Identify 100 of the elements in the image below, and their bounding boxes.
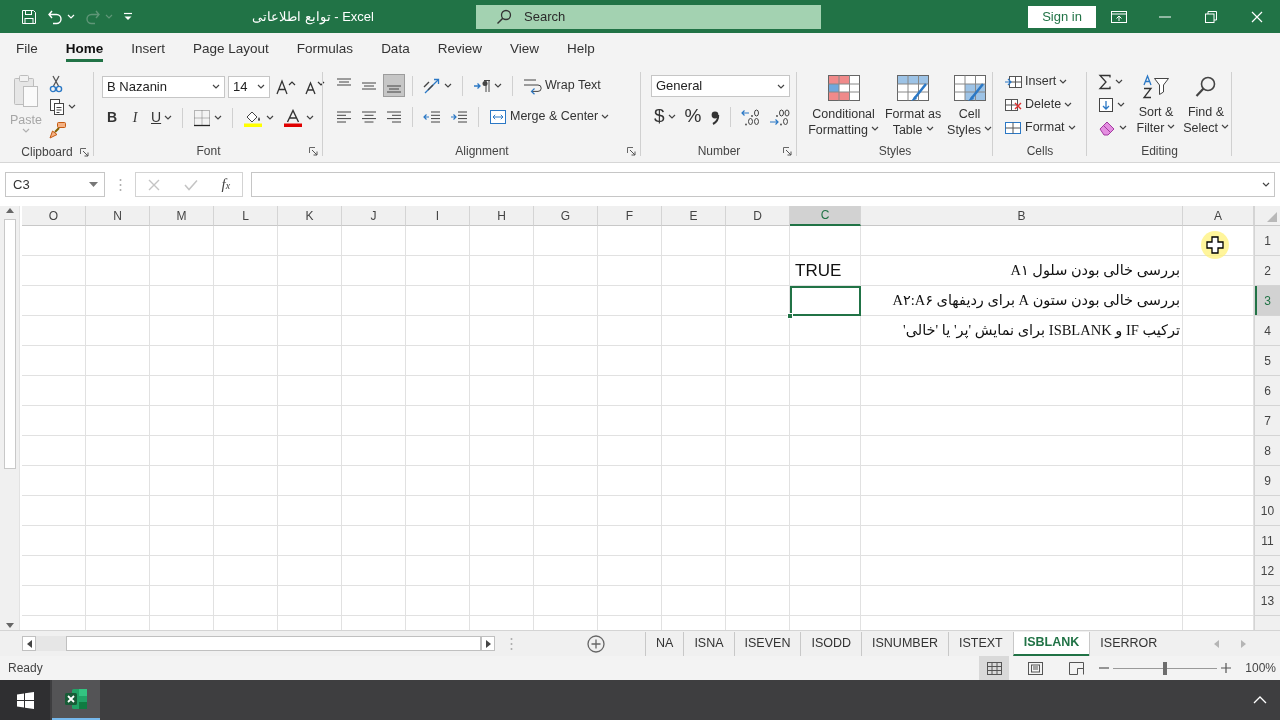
- search-field[interactable]: Search: [476, 4, 821, 29]
- sheet-tab[interactable]: ISODD: [800, 631, 861, 656]
- format-as-table-button[interactable]: Format as Table: [884, 72, 943, 140]
- column-header[interactable]: E: [662, 206, 726, 226]
- sheet-tab[interactable]: ISERROR: [1089, 631, 1168, 656]
- sheet-cell-text: بررسی خالی بودن ستون A برای ردیفهای A۲:A۶: [891, 291, 1181, 311]
- ribbon-tab[interactable]: Page Layout: [179, 33, 283, 66]
- normal-view-button[interactable]: [979, 656, 1010, 680]
- column-header[interactable]: J: [342, 206, 406, 226]
- ribbon-tab[interactable]: Data: [367, 33, 424, 66]
- row-header[interactable]: 9: [1255, 466, 1280, 496]
- merge-center-button[interactable]: Merge & Center: [486, 105, 613, 128]
- row-header[interactable]: 3: [1255, 286, 1280, 316]
- page-break-icon: [1067, 660, 1085, 676]
- start-button[interactable]: [0, 680, 50, 720]
- wrap-text-button[interactable]: Wrap Text: [520, 74, 604, 97]
- zoom-level-text[interactable]: 100%: [1235, 659, 1280, 677]
- row-header[interactable]: 6: [1255, 376, 1280, 406]
- column-header[interactable]: H: [470, 206, 534, 226]
- dialog-launcher-icon[interactable]: [783, 147, 792, 156]
- column-header[interactable]: G: [534, 206, 598, 226]
- row-header[interactable]: 10: [1255, 496, 1280, 526]
- italic-button[interactable]: I: [125, 106, 145, 129]
- dialog-launcher-icon[interactable]: [627, 147, 636, 156]
- scroll-up-button[interactable]: [5, 208, 14, 213]
- conditional-formatting-button[interactable]: Conditional Formatting: [807, 72, 881, 140]
- group-label: Alignment: [455, 143, 509, 160]
- sheet-tab[interactable]: ISBLANK: [1012, 631, 1090, 656]
- name-box[interactable]: C3: [5, 172, 105, 197]
- zoom-in-button[interactable]: [1221, 663, 1232, 673]
- dialog-launcher-icon[interactable]: [80, 148, 89, 157]
- slider-thumb[interactable]: [1163, 661, 1168, 675]
- sheet-tab[interactable]: ISEVEN: [733, 631, 801, 656]
- font-size-field[interactable]: 14: [228, 75, 270, 98]
- cell-styles-button[interactable]: Cell Styles: [946, 72, 993, 140]
- column-header[interactable]: C: [790, 206, 861, 226]
- splitter-dots-icon[interactable]: [118, 177, 122, 192]
- column-header[interactable]: M: [150, 206, 214, 226]
- sheet-tab[interactable]: ISTEXT: [948, 631, 1013, 656]
- group-label: Editing: [1141, 143, 1178, 160]
- sheet-tab[interactable]: ISNUMBER: [861, 631, 948, 656]
- dialog-launcher-icon[interactable]: [309, 147, 318, 156]
- formula-field[interactable]: [251, 172, 1275, 197]
- find-select-button[interactable]: Find & Select: [1180, 72, 1232, 140]
- row-header[interactable]: 11: [1255, 526, 1280, 556]
- underline-button[interactable]: U: [148, 106, 176, 129]
- new-sheet-button[interactable]: [587, 634, 605, 653]
- caret-icon: [1067, 125, 1076, 130]
- caret-icon: [306, 115, 315, 120]
- row-header[interactable]: 7: [1255, 406, 1280, 436]
- sign-in-button[interactable]: Sign in: [1028, 5, 1096, 28]
- column-header[interactable]: N: [86, 206, 150, 226]
- insert-cells-button[interactable]: Insert: [1001, 70, 1087, 93]
- number-format-field[interactable]: General: [651, 75, 790, 97]
- column-header[interactable]: B: [861, 206, 1183, 226]
- ribbon-tab[interactable]: Review: [423, 33, 496, 66]
- scroll-down-button[interactable]: [5, 623, 14, 628]
- column-header[interactable]: A: [1183, 206, 1254, 226]
- sheet-tab[interactable]: ISNA: [683, 631, 734, 656]
- selected-cell[interactable]: [790, 286, 861, 316]
- az-funnel-icon: [1142, 74, 1170, 100]
- format-cells-button[interactable]: Format: [1001, 116, 1087, 139]
- ribbon-tab[interactable]: Help: [552, 33, 609, 66]
- ribbon-tab[interactable]: Formulas: [282, 33, 368, 66]
- row-header[interactable]: 5: [1255, 346, 1280, 376]
- ribbon-tab[interactable]: Insert: [117, 33, 180, 66]
- row-header[interactable]: 13: [1255, 586, 1280, 616]
- row-header[interactable]: 1: [1255, 226, 1280, 256]
- caret-icon: [164, 115, 173, 120]
- sheet-tab[interactable]: NA: [645, 631, 684, 656]
- window-title: توابع اطلاعاتی - Excel: [251, 7, 375, 27]
- font-name-field[interactable]: B Nazanin: [102, 75, 225, 98]
- row-header[interactable]: 8: [1255, 436, 1280, 466]
- ribbon-tab[interactable]: View: [495, 33, 553, 66]
- column-header[interactable]: D: [726, 206, 790, 226]
- delete-cells-button[interactable]: Delete: [1001, 93, 1087, 116]
- ribbon-tab[interactable]: Home: [51, 33, 118, 66]
- ribbon-tab[interactable]: File: [2, 33, 52, 66]
- splitter-dots-icon[interactable]: [509, 636, 513, 651]
- caret-icon: [22, 128, 30, 133]
- column-header[interactable]: F: [598, 206, 662, 226]
- caret-icon: [266, 115, 275, 120]
- row-header[interactable]: 4: [1255, 316, 1280, 346]
- group-label: Font: [196, 143, 221, 160]
- column-header[interactable]: K: [278, 206, 342, 226]
- scroll-left-button[interactable]: [22, 636, 36, 651]
- sort-filter-button[interactable]: Sort & Filter: [1132, 72, 1180, 140]
- fill-handle[interactable]: [787, 313, 793, 319]
- caret-icon: [1220, 124, 1229, 130]
- scroll-thumb[interactable]: [3, 219, 16, 469]
- bold-button[interactable]: B: [102, 106, 122, 129]
- column-header[interactable]: I: [406, 206, 470, 226]
- taskbar-app-button[interactable]: [52, 680, 100, 720]
- column-header[interactable]: O: [22, 206, 86, 226]
- column-header[interactable]: L: [214, 206, 278, 226]
- scroll-right-button[interactable]: [481, 636, 495, 651]
- currency-button[interactable]: $: [651, 105, 679, 128]
- percent-button[interactable]: %: [681, 105, 705, 128]
- grid-x-icon: [1004, 97, 1022, 112]
- row-header[interactable]: 12: [1255, 556, 1280, 586]
